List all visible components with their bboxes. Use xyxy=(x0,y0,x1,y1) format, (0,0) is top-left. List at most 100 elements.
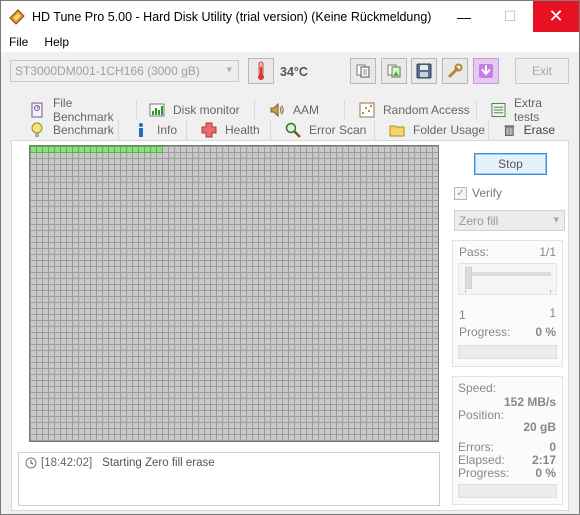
disk-monitor-icon xyxy=(149,103,165,117)
pass-max: 1 xyxy=(549,306,556,320)
progress-label: Progress: xyxy=(458,466,510,480)
pass-value: 1/1 xyxy=(539,245,556,259)
title-bar: HD Tune Pro 5.00 - Hard Disk Utility (tr… xyxy=(1,1,579,32)
file-benchmark-icon xyxy=(31,102,43,118)
speed-label: Speed: xyxy=(458,381,497,395)
stats-group: Speed: 152 MB/s Position: 20 gB Errors: … xyxy=(452,376,563,505)
position-label: Position: xyxy=(458,408,505,422)
tab-label: Folder Usage xyxy=(413,123,486,137)
tab-label: Info xyxy=(157,123,178,137)
tab-label: AAM xyxy=(293,103,320,117)
log-box: [18:42:02] Starting Zero fill erase xyxy=(18,452,440,506)
clock-icon xyxy=(25,457,37,469)
toolbar: ST3000DM001-1CH166 (3000 gB) ▾ 34°C Exit xyxy=(1,52,579,92)
erase-method-value: Zero fill xyxy=(459,214,499,228)
speed-value: 152 MB/s xyxy=(503,395,556,409)
log-message: Starting Zero fill erase xyxy=(102,457,215,469)
chevron-down-icon: ▾ xyxy=(553,214,559,226)
errors-label: Errors: xyxy=(458,440,494,454)
verify-label: Verify xyxy=(472,186,503,200)
position-value: 20 gB xyxy=(523,420,556,434)
slider-ticks xyxy=(465,290,551,293)
total-progress-bar xyxy=(458,484,557,498)
tab-label: Disk monitor xyxy=(173,103,240,117)
tab-benchmark[interactable]: Benchmark xyxy=(15,120,119,140)
tab-folder-usage[interactable]: Folder Usage xyxy=(375,120,489,140)
benchmark-icon xyxy=(31,122,43,137)
speaker-icon xyxy=(270,102,284,118)
pass-group: Pass: 1/1 1 1 Progress: 0 % xyxy=(452,240,563,367)
floppy-disk-icon xyxy=(416,63,432,79)
close-button[interactable]: ✕ xyxy=(533,1,579,32)
temperature-readout: 34°C xyxy=(280,65,308,79)
erase-panel: [18:42:02] Starting Zero fill erase Stop… xyxy=(11,140,569,511)
maximize-button[interactable]: ☐ xyxy=(487,1,533,32)
window-title: HD Tune Pro 5.00 - Hard Disk Utility (tr… xyxy=(32,9,432,24)
tab-random-access[interactable]: Random Access xyxy=(345,100,477,120)
pass-min: 1 xyxy=(459,308,466,322)
health-cross-icon xyxy=(201,122,217,138)
slider-thumb[interactable] xyxy=(465,267,472,289)
extra-tests-icon xyxy=(491,102,506,118)
tab-health[interactable]: Health xyxy=(187,120,271,140)
stop-button[interactable]: Stop xyxy=(474,153,547,175)
errors-value: 0 xyxy=(549,440,556,454)
elapsed-label: Elapsed: xyxy=(458,453,505,467)
thermometer-icon xyxy=(258,61,264,80)
arrow-down-icon xyxy=(479,64,493,78)
pass-label: Pass: xyxy=(459,245,490,259)
tab-disk-monitor[interactable]: Disk monitor xyxy=(137,100,255,120)
random-access-icon xyxy=(359,102,375,118)
copy-screenshot-button[interactable] xyxy=(381,58,407,84)
erase-progress-blocks xyxy=(30,146,163,153)
trash-icon xyxy=(504,125,515,136)
log-timestamp: [18:42:02] xyxy=(41,457,93,469)
tab-extra-tests[interactable]: Extra tests xyxy=(477,96,567,124)
folder-icon xyxy=(389,125,405,137)
elapsed-value: 2:17 xyxy=(531,453,556,467)
tab-label: Benchmark xyxy=(53,123,114,137)
options-button[interactable] xyxy=(442,58,468,84)
tab-file-benchmark[interactable]: File Benchmark xyxy=(15,96,137,124)
checkmark-icon: ✓ xyxy=(454,186,467,200)
verify-checkbox[interactable]: ✓ Verify xyxy=(454,186,502,200)
tab-error-scan[interactable]: Error Scan xyxy=(271,120,375,140)
app-window: HD Tune Pro 5.00 - Hard Disk Utility (tr… xyxy=(0,0,580,515)
app-logo-icon xyxy=(9,8,25,25)
tab-label: Health xyxy=(225,123,260,137)
tab-aam[interactable]: AAM xyxy=(255,100,345,120)
pass-progress-label: Progress: xyxy=(459,325,511,339)
minimize-button[interactable]: — xyxy=(441,1,487,32)
pass-slider[interactable] xyxy=(458,263,557,295)
menu-help[interactable]: Help xyxy=(36,35,77,49)
info-icon xyxy=(139,123,143,137)
tab-label: Random Access xyxy=(383,103,470,117)
tab-info[interactable]: Info xyxy=(119,120,187,140)
pass-progress-value: 0 % xyxy=(535,325,556,339)
temperature-button[interactable] xyxy=(248,58,274,84)
erase-method-select[interactable]: Zero fill ▾ xyxy=(454,210,565,231)
download-button[interactable] xyxy=(473,58,499,84)
drive-select-value: ST3000DM001-1CH166 (3000 gB) xyxy=(15,64,200,78)
slider-track xyxy=(465,272,551,276)
drive-select[interactable]: ST3000DM001-1CH166 (3000 gB) ▾ xyxy=(10,60,239,82)
progress-value: 0 % xyxy=(535,466,556,480)
wrench-icon xyxy=(448,63,463,78)
tab-label: Erase xyxy=(523,123,555,137)
copy-image-icon xyxy=(387,64,401,78)
save-button[interactable] xyxy=(411,58,437,84)
menu-file[interactable]: File xyxy=(1,35,36,49)
exit-button[interactable]: Exit xyxy=(515,58,569,84)
erase-block-map xyxy=(29,145,439,442)
tabs-row-top: File Benchmark Disk monitor AAM Random A… xyxy=(15,96,567,124)
magnifier-icon xyxy=(285,122,301,138)
tab-erase[interactable]: Erase xyxy=(489,120,555,140)
tab-label: Error Scan xyxy=(309,123,367,137)
copy-icon xyxy=(356,64,370,78)
log-entry: [18:42:02] Starting Zero fill erase xyxy=(25,457,433,469)
chevron-down-icon: ▾ xyxy=(226,64,232,76)
menu-bar: File Help xyxy=(1,32,579,52)
pass-progress-bar xyxy=(458,345,557,359)
tabs-row-bottom: Benchmark Info Health Error Scan Folder … xyxy=(15,120,567,140)
copy-text-button[interactable] xyxy=(350,58,376,84)
